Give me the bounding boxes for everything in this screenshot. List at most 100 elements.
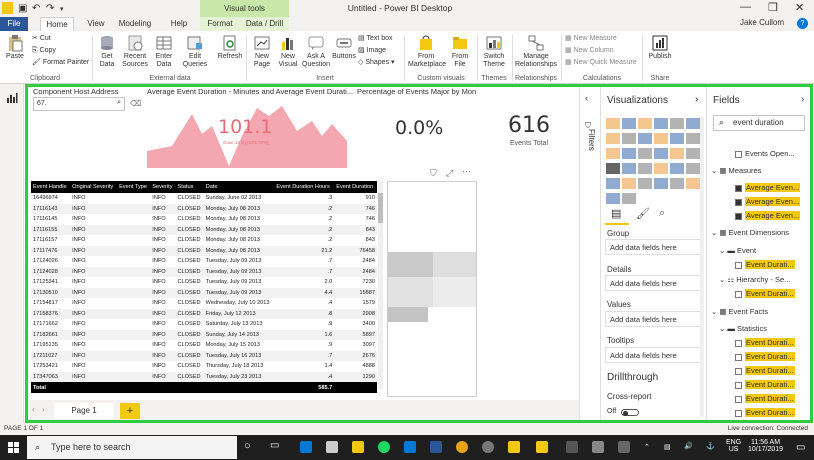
field-checkbox[interactable] [735, 381, 742, 389]
visual-type-icon[interactable] [622, 163, 636, 174]
table-row[interactable]: 17116157 INFO INFO CLOSED Monday, July 08 20… [31, 235, 377, 246]
field-item[interactable]: Event Durati... [735, 338, 795, 347]
chevron-left-icon[interactable]: ‹ [585, 93, 588, 103]
fields-well-icon[interactable]: ▤ [611, 207, 621, 220]
field-item[interactable]: Average Even... [735, 211, 801, 220]
new-page-button[interactable]: New Page [250, 34, 274, 69]
format-paint-roller-icon[interactable]: 🖌 [636, 207, 650, 220]
visualizations-scrollbar[interactable] [700, 117, 704, 417]
visual-type-icon[interactable] [686, 163, 700, 174]
focus-mode-icon[interactable]: ⤢ [446, 168, 453, 179]
tab-home[interactable]: Home [40, 17, 74, 31]
visual-type-icon[interactable] [654, 133, 668, 144]
events-table[interactable]: Event Handle Original Severity Event Typ… [31, 181, 377, 393]
tab-modeling[interactable]: Modeling [115, 17, 155, 31]
cross-report-toggle[interactable] [621, 409, 639, 416]
field-checkbox[interactable] [735, 184, 742, 192]
folder-statistics[interactable]: ⌄ ▬ Statistics [719, 324, 767, 333]
save-icon[interactable]: ▣ [18, 3, 27, 14]
new-column-button[interactable]: ▦ New Column [565, 46, 614, 56]
paste-button[interactable]: Paste [4, 34, 26, 61]
from-marketplace-button[interactable]: From Marketplace [408, 34, 446, 69]
visual-type-icon[interactable] [670, 148, 684, 159]
copy-button[interactable]: ⎘ Copy [32, 46, 56, 56]
notifications-icon[interactable]: ▭ [796, 442, 805, 453]
table-row[interactable]: 17116145 INFO INFO CLOSED Monday, July 08 20… [31, 214, 377, 225]
field-item[interactable]: Average Even... [735, 197, 801, 206]
field-item[interactable]: Event Durati... [735, 366, 795, 375]
publish-button[interactable]: Publish [648, 34, 672, 61]
filter-icon[interactable]: ⛉ [430, 168, 437, 179]
prev-page-icon[interactable]: ‹ [32, 405, 35, 414]
field-item[interactable]: Event Durati... [735, 352, 795, 361]
visual-type-icon[interactable] [638, 163, 652, 174]
format-painter-button[interactable]: 🖌 Format Painter [32, 58, 89, 68]
image-button[interactable]: ▨ Image [358, 46, 386, 56]
field-item[interactable]: Event Durati... [735, 260, 795, 269]
table-row[interactable]: 17171662 INFO INFO CLOSED Saturday, July 13 … [31, 319, 377, 330]
visual-type-icon[interactable] [670, 178, 684, 189]
column-header[interactable]: Status [175, 181, 204, 193]
more-options-icon[interactable]: ⋯ [462, 166, 471, 177]
table-row[interactable]: 17116155 INFO INFO CLOSED Monday, July 08 20… [31, 224, 377, 235]
hierarchy-item[interactable]: ⌄ ⚏ Hierarchy - Se... [719, 275, 790, 284]
table-row[interactable]: 17253421 INFO INFO CLOSED Thursday, July 18 … [31, 361, 377, 372]
folder-event[interactable]: ⌄ ▬ Event [719, 246, 756, 255]
field-checkbox[interactable] [735, 409, 742, 417]
new-quick-measure-button[interactable]: ▦ New Quick Measure [565, 58, 637, 68]
user-name[interactable]: Jake Cullom [740, 18, 784, 27]
column-header[interactable]: Original Severity [70, 181, 118, 193]
visual-type-icon[interactable] [606, 193, 620, 204]
table-row[interactable]: 17130510 INFO INFO CLOSED Tuesday, July 09 2… [31, 287, 377, 298]
slicer-search-input[interactable]: 67. ⌕ [33, 97, 125, 111]
text-box-button[interactable]: ▤ Text box [358, 34, 393, 44]
field-checkbox[interactable] [735, 261, 742, 269]
field-checkbox[interactable] [735, 339, 742, 347]
get-data-button[interactable]: Get Data [96, 34, 118, 69]
visual-type-icon[interactable] [638, 178, 652, 189]
field-checkbox[interactable] [735, 150, 742, 158]
visual-type-icon[interactable] [606, 178, 620, 189]
tray-app-icon[interactable]: ⚓ [706, 442, 715, 450]
table-row[interactable]: 17116143 INFO INFO CLOSED Monday, July 08 20… [31, 203, 377, 214]
network-icon[interactable]: ▤ [664, 443, 671, 451]
visual-type-icon[interactable] [686, 133, 700, 144]
table-row[interactable]: 17124026 INFO INFO CLOSED Tuesday, July 09 2… [31, 256, 377, 267]
visual-type-icon[interactable] [622, 133, 636, 144]
table-row[interactable]: 17158376 INFO INFO CLOSED Friday, July 12 20… [31, 308, 377, 319]
visual-type-icon[interactable] [686, 118, 700, 129]
recent-sources-button[interactable]: Recent Sources [120, 34, 150, 69]
app-icon[interactable] [482, 441, 494, 453]
next-page-icon[interactable]: › [42, 405, 45, 414]
table-scrollbar[interactable] [378, 181, 383, 389]
tab-view[interactable]: View [82, 17, 110, 31]
analytics-magnifier-icon[interactable]: ⌕ [659, 207, 665, 220]
close-button[interactable]: ✕ [795, 1, 804, 14]
mail-icon[interactable] [326, 441, 338, 453]
group-well-dropzone[interactable]: Add data fields here [605, 239, 701, 255]
minimize-button[interactable]: — [740, 1, 751, 13]
report-view-icon[interactable] [6, 92, 18, 104]
field-checkbox[interactable] [735, 367, 742, 375]
visual-type-icon[interactable] [654, 178, 668, 189]
new-visual-button[interactable]: New Visual [276, 34, 300, 69]
task-view-icon[interactable]: ▭ [270, 440, 279, 451]
store-icon[interactable] [404, 441, 416, 453]
eraser-icon[interactable]: ⌫ [130, 99, 141, 108]
language-indicator[interactable]: ENG US [726, 439, 741, 453]
add-page-button[interactable]: + [120, 403, 140, 419]
visual-type-icon[interactable] [686, 148, 700, 159]
app-icon[interactable] [566, 441, 578, 453]
fields-search-input[interactable]: ⌕ event duration [713, 115, 805, 131]
table-row[interactable]: 17195135 INFO INFO CLOSED Monday, July 15 20… [31, 340, 377, 351]
field-checkbox[interactable] [735, 353, 742, 361]
chrome-icon[interactable] [456, 441, 468, 453]
undo-icon[interactable]: ↶ [32, 3, 40, 14]
table-row[interactable]: 17125341 INFO INFO CLOSED Tuesday, July 09 2… [31, 277, 377, 288]
tab-file[interactable]: File [0, 17, 28, 31]
table-measures[interactable]: ⌄ ▦ Measures [711, 166, 761, 175]
spotify-icon[interactable] [378, 441, 390, 453]
table-row[interactable]: 17124028 INFO INFO CLOSED Tuesday, July 09 2… [31, 266, 377, 277]
enter-data-button[interactable]: Enter Data [152, 34, 176, 69]
visual-type-icon[interactable] [606, 163, 620, 174]
